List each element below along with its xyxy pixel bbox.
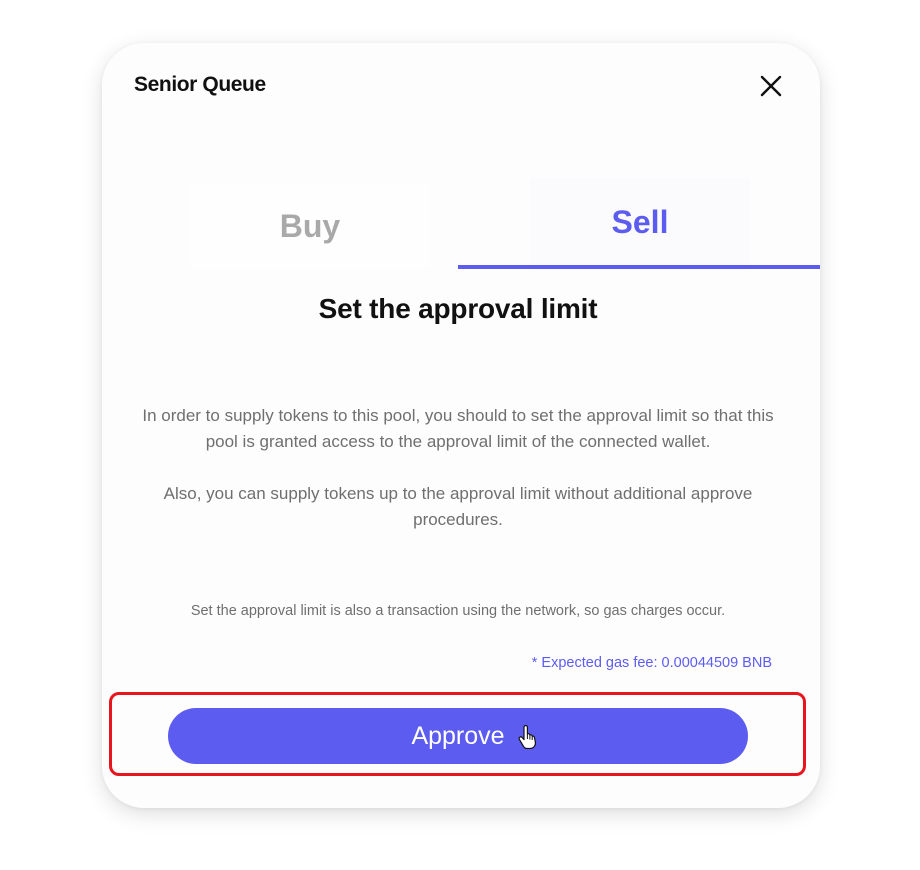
tab-buy[interactable]: Buy [190,183,430,269]
close-icon [760,75,782,97]
approval-description-secondary: Also, you can supply tokens up to the ap… [163,484,753,529]
approve-button[interactable]: Approve [168,708,748,764]
stage: Senior Queue Buy Sell Set the approval l… [0,0,920,870]
approve-button-label: Approve [411,721,505,750]
hand-pointer-icon [518,725,536,749]
tab-sell[interactable]: Sell [530,179,750,265]
active-tab-indicator [458,265,820,269]
buy-sell-tabs: Buy Sell [102,179,820,269]
modal-title: Senior Queue [134,73,266,96]
approval-heading: Set the approval limit [318,293,598,324]
expected-gas-fee: * Expected gas fee: 0.00044509 BNB [531,655,772,671]
close-button[interactable] [754,69,788,103]
approval-description: In order to supply tokens to this pool, … [142,406,774,451]
gas-charge-note: Set the approval limit is also a transac… [190,603,726,619]
